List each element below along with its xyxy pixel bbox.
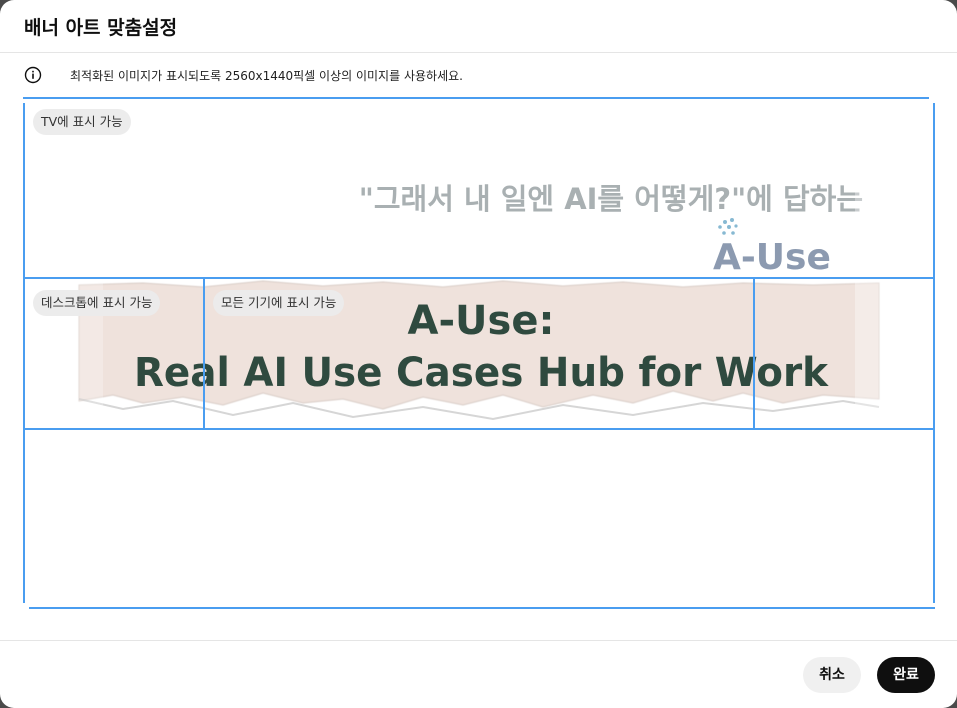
- dialog-title: 배너 아트 맞춤설정: [24, 17, 178, 39]
- all-devices-zone-left-edge: [203, 277, 205, 430]
- tv-zone-left-edge: [23, 103, 25, 603]
- dialog-footer: 취소 완료: [0, 640, 957, 708]
- info-text: 최적화된 이미지가 표시되도록 2560x1440픽셀 이상의 이미지를 사용하…: [70, 69, 463, 83]
- dialog-header: 배너 아트 맞춤설정: [0, 0, 957, 53]
- banner-art-image: "그래서 내 일엔 AI를 어떻게?"에 답하는 A-Use A-Use: Re…: [23, 97, 935, 609]
- tv-zone-label: TV에 표시 가능: [33, 109, 131, 135]
- all-devices-zone-right-edge: [753, 277, 755, 430]
- banner-headline-1: A-Use:: [408, 298, 555, 344]
- cancel-button[interactable]: 취소: [803, 657, 861, 693]
- all-devices-zone-label: 모든 기기에 표시 가능: [213, 290, 345, 316]
- tv-zone-right-edge: [933, 103, 935, 603]
- desktop-zone-label: 데스크톱에 표시 가능: [33, 290, 161, 316]
- banner-preview[interactable]: "그래서 내 일엔 AI를 어떻게?"에 답하는 A-Use A-Use: Re…: [23, 97, 935, 609]
- tv-zone-bottom-edge: [29, 607, 935, 609]
- tv-zone-top-edge: [23, 97, 929, 99]
- banner-art-dialog: 배너 아트 맞춤설정 최적화된 이미지가 표시되도록 2560x1440픽셀 이…: [0, 0, 957, 708]
- desktop-zone-top-edge: [23, 277, 935, 279]
- banner-tagline: "그래서 내 일엔 AI를 어떻게?"에 답하는: [359, 182, 863, 216]
- logo-dots-icon: [718, 218, 738, 235]
- banner-headline-2: Real AI Use Cases Hub for Work: [134, 350, 829, 396]
- info-icon: [24, 66, 42, 84]
- done-button[interactable]: 완료: [877, 657, 935, 693]
- banner-logo-text: A-Use: [713, 237, 831, 278]
- desktop-zone-bottom-edge: [23, 428, 935, 430]
